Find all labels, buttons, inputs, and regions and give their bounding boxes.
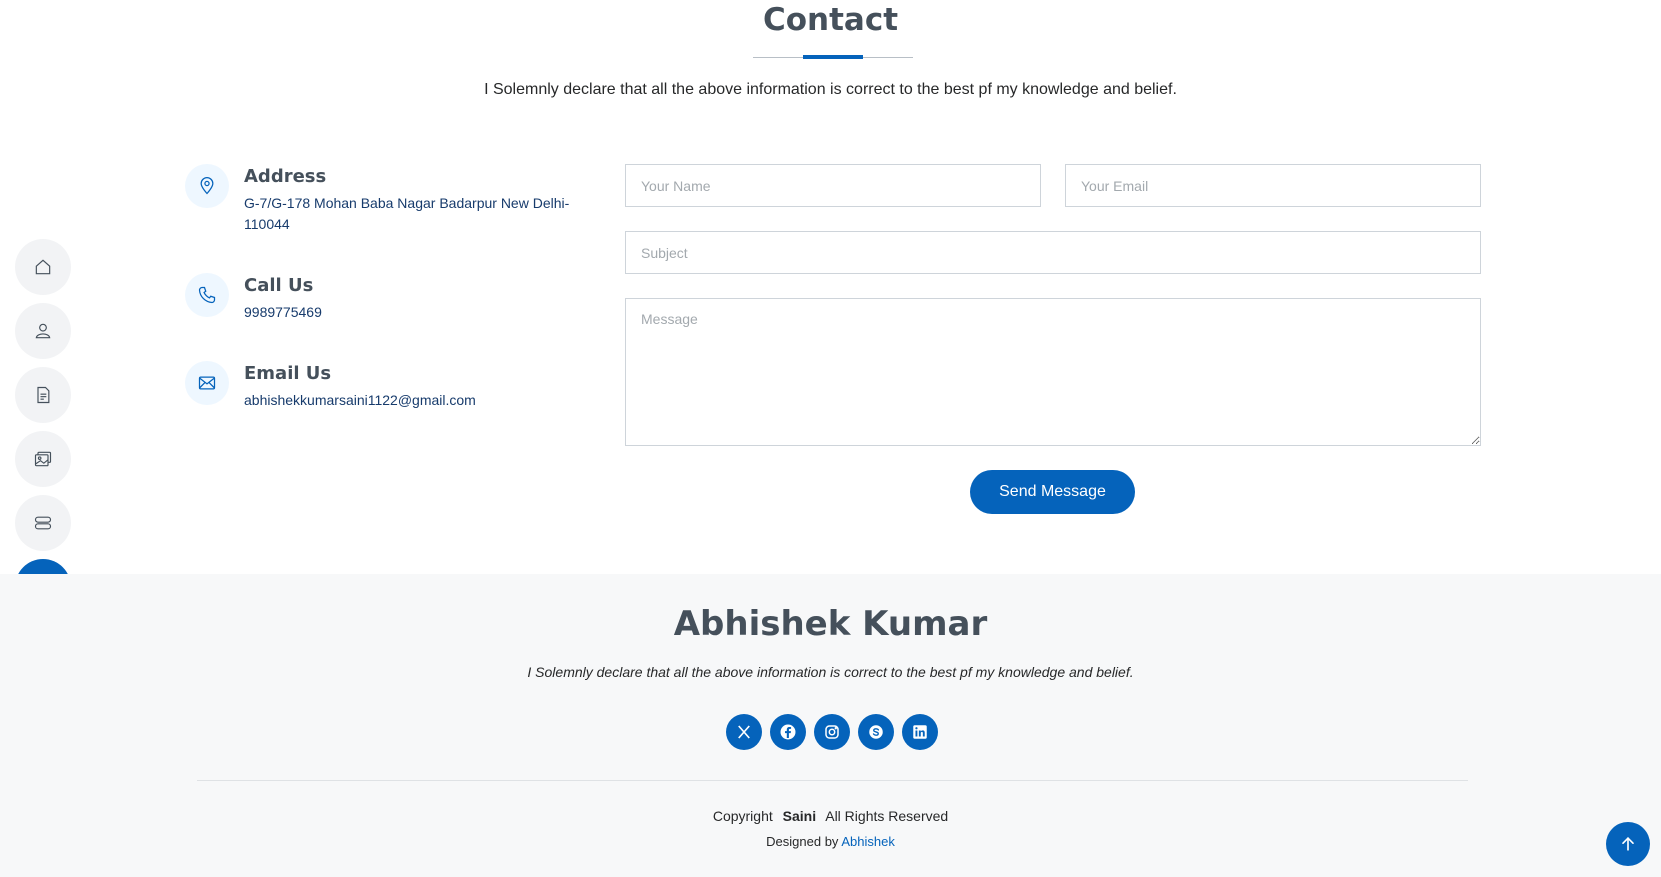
call-heading: Call Us xyxy=(244,275,314,296)
footer-tagline: I Solemnly declare that all the above in… xyxy=(527,664,1134,680)
address-info: Address G-7/G-178 Mohan Baba Nagar Badar… xyxy=(185,164,574,235)
address-heading: Address xyxy=(244,166,327,187)
linkedin-link[interactable] xyxy=(902,714,938,750)
email-input[interactable] xyxy=(1065,164,1481,207)
send-message-button[interactable]: Send Message xyxy=(970,470,1135,514)
nav-services-button[interactable] xyxy=(15,495,71,551)
message-textarea[interactable] xyxy=(625,298,1481,446)
subject-input[interactable] xyxy=(625,231,1481,274)
footer-divider xyxy=(197,780,1468,781)
designed-by-label: Designed by xyxy=(766,834,839,849)
copyright: Copyright Saini All Rights Reserved xyxy=(0,808,1661,824)
skype-link[interactable] xyxy=(858,714,894,750)
footer: Abhishek Kumar I Solemnly declare that a… xyxy=(0,574,1661,877)
nav-home-button[interactable] xyxy=(15,239,71,295)
back-to-top-button[interactable] xyxy=(1606,822,1650,866)
copyright-prefix: Copyright xyxy=(712,808,773,824)
email-address: abhishekkumarsaini1122@gmail.com xyxy=(244,392,476,408)
arrow-up-icon xyxy=(1622,836,1634,851)
page-title: Contact xyxy=(762,2,899,38)
geo-alt-icon xyxy=(185,164,229,208)
section-title: Contact xyxy=(0,0,1661,40)
instagram-link[interactable] xyxy=(814,714,850,750)
email-heading: Email Us xyxy=(244,363,332,384)
person-icon xyxy=(35,323,51,339)
phone-number: 9989775469 xyxy=(244,304,322,320)
nav-resume-button[interactable] xyxy=(15,367,71,423)
phone-icon xyxy=(185,273,229,317)
home-icon xyxy=(35,259,51,275)
skype-icon xyxy=(869,725,883,739)
title-accent-bar xyxy=(803,55,863,59)
footer-name: Abhishek Kumar xyxy=(673,604,988,644)
credits: Designed by Abhishek xyxy=(0,834,1661,849)
address-value: G-7/G-178 Mohan Baba Nagar Badarpur New … xyxy=(244,195,570,232)
twitter-x-link[interactable] xyxy=(726,714,762,750)
facebook-icon xyxy=(780,724,796,740)
linkedin-icon xyxy=(913,725,927,739)
nav-about-button[interactable] xyxy=(15,303,71,359)
designer-link[interactable]: Abhishek xyxy=(841,834,894,849)
nav-portfolio-button[interactable] xyxy=(15,431,71,487)
images-icon xyxy=(34,451,52,467)
server-icon xyxy=(34,516,52,530)
twitter-x-icon xyxy=(738,725,750,739)
copyright-name: Saini xyxy=(782,808,817,824)
facebook-link[interactable] xyxy=(770,714,806,750)
call-info: Call Us 9989775469 xyxy=(185,273,574,323)
name-input[interactable] xyxy=(625,164,1041,207)
envelope-icon xyxy=(185,361,229,405)
file-text-icon xyxy=(37,386,50,404)
side-navigation xyxy=(15,239,71,623)
email-info: Email Us abhishekkumarsaini1122@gmail.co… xyxy=(185,361,574,411)
copyright-suffix: All Rights Reserved xyxy=(825,808,949,824)
section-description: I Solemnly declare that all the above in… xyxy=(484,81,1177,98)
instagram-icon xyxy=(825,725,839,739)
social-links xyxy=(726,714,946,750)
